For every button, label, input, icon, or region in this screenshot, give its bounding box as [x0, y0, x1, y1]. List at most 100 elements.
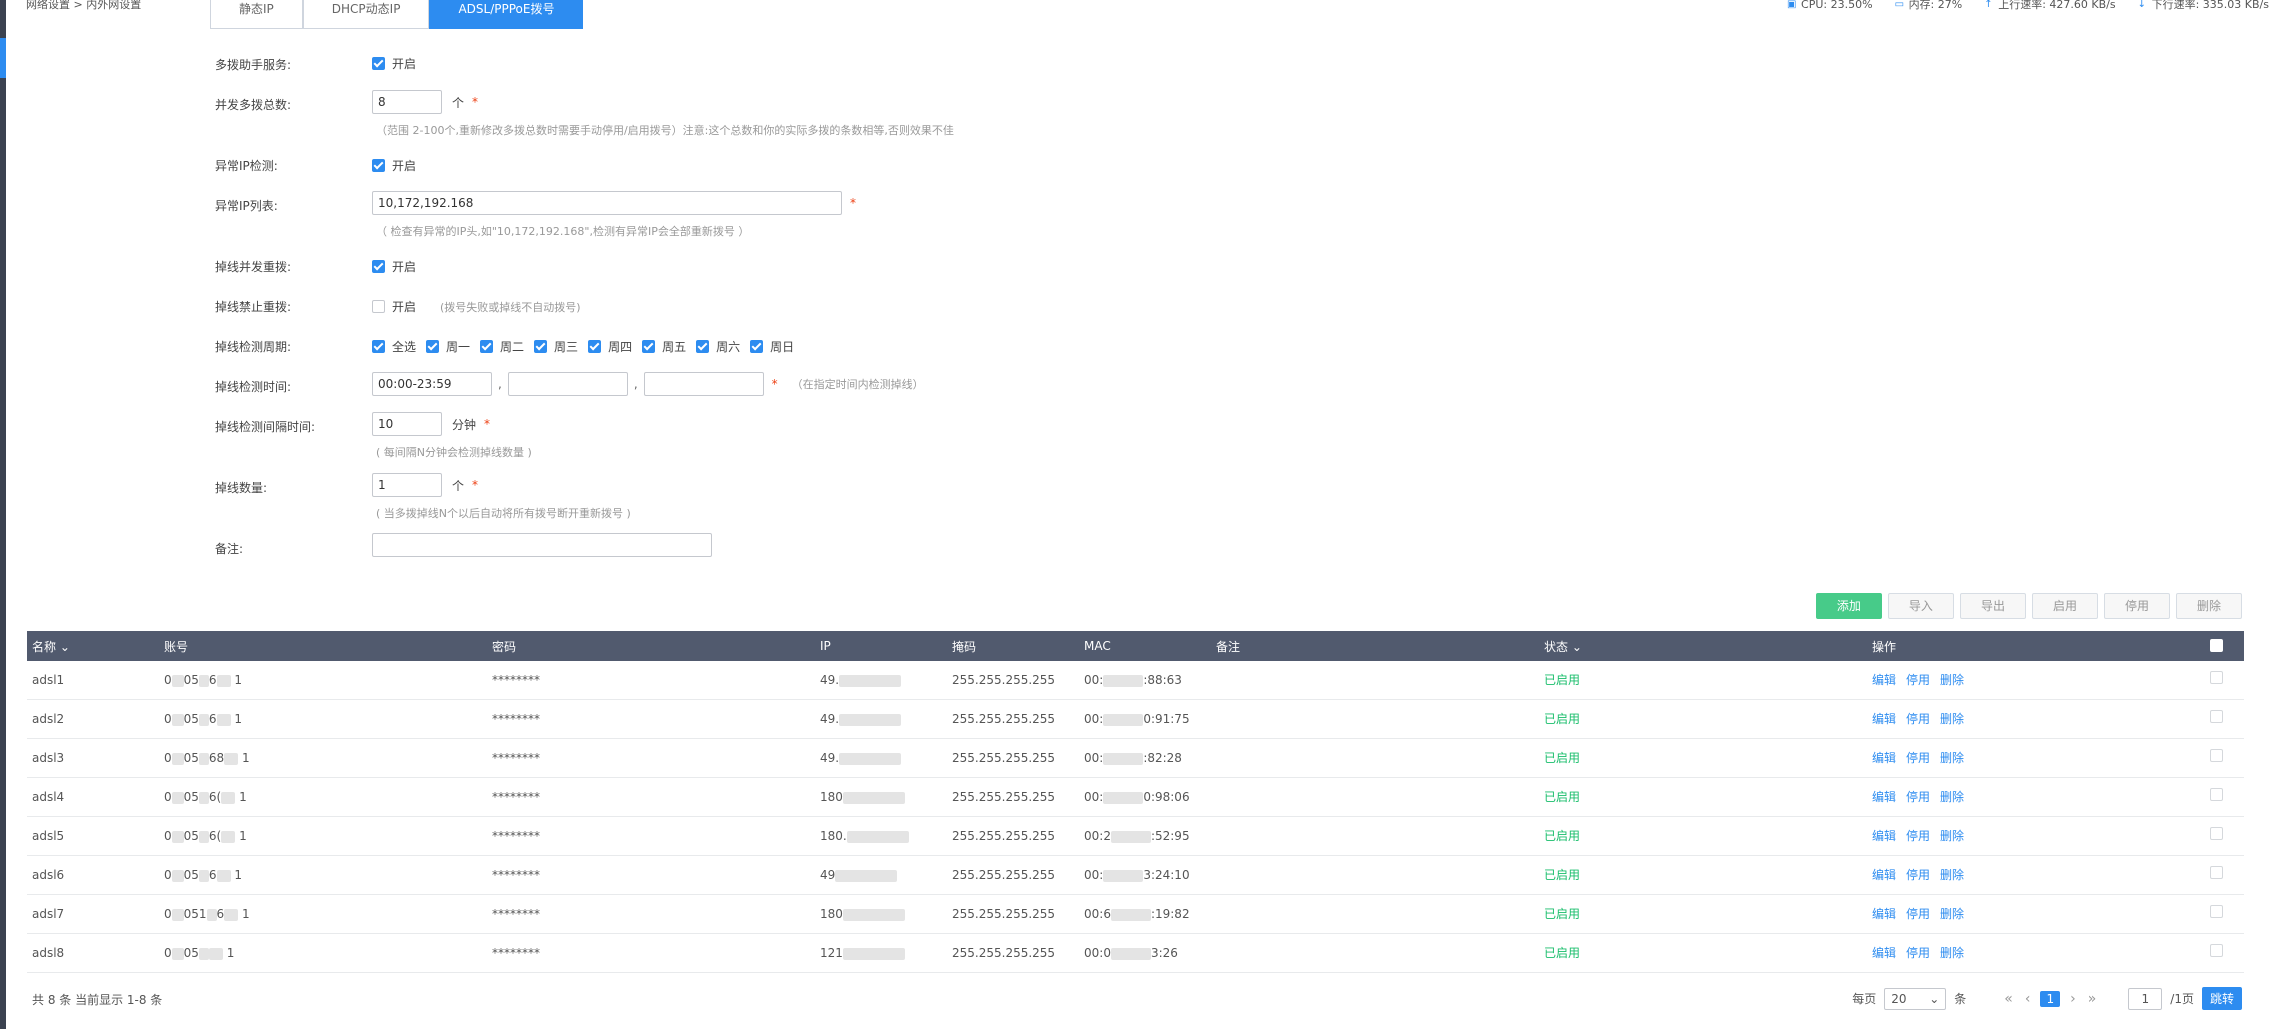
header-name[interactable]: 名称 ⌄ [32, 638, 70, 655]
cell-account: 0 05 68 1 [164, 751, 250, 765]
adsl-table: 名称 ⌄ 账号 密码 IP 掩码 MAC 备注 状态 ⌄ 操作 adsl1 0 05… [27, 631, 2244, 973]
cell-ip: 49. [820, 700, 902, 738]
cell-password: ******** [492, 868, 540, 882]
disable-link[interactable]: 停用 [1906, 673, 1930, 687]
sunday-checkbox[interactable] [750, 340, 764, 353]
page-current[interactable]: 1 [2040, 990, 2061, 1007]
drop-no-redial-checkbox[interactable] [372, 300, 385, 313]
cell-ops: 编辑 停用 删除 [1872, 700, 1974, 738]
disable-link[interactable]: 停用 [1906, 868, 1930, 882]
delete-link[interactable]: 删除 [1940, 673, 1964, 687]
disable-link[interactable]: 停用 [1906, 790, 1930, 804]
row-checkbox[interactable] [2210, 934, 2223, 972]
cell-ops: 编辑 停用 删除 [1872, 739, 1974, 777]
row-checkbox[interactable] [2210, 661, 2223, 699]
per-page-select[interactable]: 20 ⌄ [1884, 987, 1947, 1010]
row-checkbox[interactable] [2210, 778, 2223, 816]
jump-page-input[interactable]: 1 [2128, 987, 2163, 1010]
required-mark: * [771, 377, 778, 391]
last-page-icon[interactable]: » [2086, 991, 2099, 1007]
edit-link[interactable]: 编辑 [1872, 907, 1896, 921]
table-row: adsl7 0 051 6 1 ******** 180 255.255.255.255 00… [27, 895, 2244, 934]
disable-link[interactable]: 停用 [1906, 946, 1930, 960]
edit-link[interactable]: 编辑 [1872, 673, 1896, 687]
concurrent-total-input[interactable]: 8 [372, 90, 442, 114]
cell-mask: 255.255.255.255 [952, 907, 1056, 921]
row-checkbox[interactable] [2210, 817, 2223, 855]
header-status[interactable]: 状态 ⌄ [1544, 638, 1582, 655]
wednesday-checkbox[interactable] [534, 340, 548, 353]
first-page-icon[interactable]: « [2002, 991, 2015, 1007]
edit-link[interactable]: 编辑 [1872, 868, 1896, 882]
saturday-checkbox[interactable] [696, 340, 710, 353]
drop-time-input-3[interactable] [643, 372, 764, 396]
row-checkbox[interactable] [2210, 895, 2223, 933]
prev-page-icon[interactable]: ‹ [2023, 991, 2033, 1007]
wednesday-text: 周三 [554, 340, 579, 354]
abnormal-ip-list-input[interactable]: 10,172,192.168 [372, 191, 842, 215]
delete-link[interactable]: 删除 [1940, 907, 1964, 921]
row-checkbox[interactable] [2210, 700, 2223, 738]
cell-status: 已启用 [1544, 712, 1581, 726]
friday-checkbox[interactable] [642, 340, 656, 353]
tab-dhcp[interactable]: DHCP动态IP [302, 0, 430, 29]
next-page-icon[interactable]: › [2068, 991, 2078, 1007]
row-checkbox[interactable] [2210, 856, 2223, 894]
thursday-checkbox[interactable] [588, 340, 602, 353]
disable-link[interactable]: 停用 [1906, 829, 1930, 843]
cell-password: ******** [492, 673, 540, 687]
cell-account: 0 05 1 [164, 946, 235, 960]
select-all-checkbox[interactable] [372, 340, 385, 353]
add-button[interactable]: 添加 [1815, 593, 1882, 619]
disable-link[interactable]: 停用 [1906, 751, 1930, 765]
edit-link[interactable]: 编辑 [1872, 751, 1896, 765]
edit-link[interactable]: 编辑 [1872, 712, 1896, 726]
edit-link[interactable]: 编辑 [1872, 829, 1896, 843]
cell-name: adsl8 [32, 946, 65, 960]
multi-dial-checkbox[interactable] [372, 57, 385, 70]
delete-link[interactable]: 删除 [1940, 712, 1964, 726]
tuesday-checkbox[interactable] [480, 340, 494, 353]
delete-link[interactable]: 删除 [1940, 868, 1964, 882]
tab-static-ip[interactable]: 静态IP [210, 0, 303, 29]
cell-name: adsl1 [32, 673, 65, 687]
delete-link[interactable]: 删除 [1940, 829, 1964, 843]
select-all-rows-checkbox[interactable] [2210, 639, 2223, 655]
drop-time-input-2[interactable] [507, 372, 628, 396]
delete-link[interactable]: 删除 [1940, 946, 1964, 960]
disable-button[interactable]: 停用 [2103, 593, 2170, 619]
cell-mask: 255.255.255.255 [952, 829, 1056, 843]
remark-input[interactable] [372, 533, 712, 557]
cell-ops: 编辑 停用 删除 [1872, 817, 1974, 855]
download-value: 下行速率: 335.03 KB/s [2151, 0, 2269, 11]
edit-link[interactable]: 编辑 [1872, 946, 1896, 960]
drop-time-input-1[interactable]: 00:00-23:59 [372, 372, 492, 396]
chevron-down-icon: ⌄ [1571, 639, 1582, 654]
memory-stat: ▭ 内存: 27% [1895, 0, 1963, 10]
monday-checkbox[interactable] [426, 340, 440, 353]
abnormal-ip-list-label: 异常IP列表: [215, 199, 278, 213]
jump-button[interactable]: 跳转 [2201, 987, 2242, 1010]
abnormal-ip-check-checkbox[interactable] [372, 159, 385, 172]
import-button[interactable]: 导入 [1887, 593, 1954, 619]
delete-link[interactable]: 删除 [1940, 751, 1964, 765]
drop-redial-checkbox[interactable] [372, 260, 385, 273]
drop-interval-input[interactable]: 10 [372, 412, 442, 436]
export-button[interactable]: 导出 [1959, 593, 2026, 619]
required-mark: * [472, 478, 479, 492]
enable-button[interactable]: 启用 [2031, 593, 2098, 619]
delete-button[interactable]: 删除 [2175, 593, 2242, 619]
tab-adsl-pppoe[interactable]: ADSL/PPPoE拨号 [429, 0, 584, 29]
drop-count-input[interactable]: 1 [372, 473, 442, 497]
disable-link[interactable]: 停用 [1906, 907, 1930, 921]
weekday-checkboxes: 全选 周一 周二 周三 周四 周五 周六 周日 [372, 338, 804, 355]
concurrent-total-label: 并发多拨总数: [215, 98, 292, 112]
row-checkbox[interactable] [2210, 739, 2223, 777]
disable-link[interactable]: 停用 [1906, 712, 1930, 726]
delete-link[interactable]: 删除 [1940, 790, 1964, 804]
select-all-text: 全选 [392, 340, 417, 354]
edit-link[interactable]: 编辑 [1872, 790, 1896, 804]
cell-status: 已启用 [1544, 790, 1581, 804]
pages-label: /1页 [2170, 992, 2194, 1006]
cell-ops: 编辑 停用 删除 [1872, 661, 1974, 699]
